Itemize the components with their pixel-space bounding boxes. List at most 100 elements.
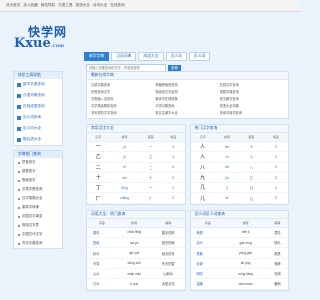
recommend-link[interactable]: 笔画查汉字结构 (155, 89, 219, 95)
word-cell[interactable]: 安静 (190, 258, 225, 269)
table-row[interactable]: 一 yī 一 1 (87, 141, 185, 153)
recommend-link[interactable]: 五笔输入法查询 (91, 96, 155, 102)
sidebar-tool-item[interactable]: 汉语词典查询 (14, 90, 62, 101)
word-cell[interactable]: 夏雨 (87, 237, 117, 249)
recommend-link[interactable]: 在线汉字查询 (220, 82, 284, 88)
recommend-link[interactable]: 汉字笔画顺序查询 (91, 103, 155, 109)
table-cell: ér (214, 192, 240, 204)
table-row[interactable]: 丁 dīng 一 2 (87, 182, 185, 194)
table-row[interactable]: 美丽 měi lì 漂亮 (190, 227, 288, 239)
table-row[interactable]: 秋月 qiū yuè 秋天的月 (87, 247, 185, 259)
top-link[interactable]: 诗词大全 (93, 3, 107, 8)
table-row[interactable]: 人 rén 人 2 (190, 141, 288, 153)
table-row[interactable]: 厂 chǎng 厂 2 (87, 192, 185, 204)
sidebar-tool-item[interactable]: 在线成语查询 (14, 101, 62, 112)
sidebar-hot-item[interactable]: 部首查字 (14, 167, 62, 176)
table-row[interactable]: 入 rù 入 2 (190, 151, 288, 163)
table-cell: chǎng (109, 192, 140, 204)
char-cell[interactable]: 八 (190, 162, 215, 173)
table-row[interactable]: 安静 ān jìng 寂静 (190, 258, 288, 269)
table-row[interactable]: 八 bā 八 2 (190, 162, 288, 173)
table-row[interactable]: 夏雨 xià yǔ 夏天的雨 (87, 237, 185, 249)
word-cell[interactable]: 美丽 (190, 227, 225, 239)
recommend-link[interactable]: 说文解字查询 (220, 96, 284, 102)
word-cell[interactable]: 山水 (87, 268, 117, 280)
sidebar-tool-item[interactable]: 反义词大全 (14, 123, 62, 134)
table-row[interactable]: 温暖 wēn nuǎn 暖和 (190, 278, 288, 290)
table-cell: yǒng gǎn (224, 247, 267, 259)
char-cell[interactable]: 入 (190, 151, 215, 163)
right-word-panel: 近义词反义词查询 词语 拼音 解释 美丽 měi lì 漂亮 高兴 gāo xìng 快乐 勇敢 y… (189, 209, 289, 291)
word-cell[interactable]: 日月 (87, 278, 117, 290)
table-row[interactable]: 山水 shān shuǐ 山和水 (87, 268, 185, 280)
char-cell[interactable]: 几 (190, 182, 215, 194)
recommend-link[interactable]: 书写规范汉字查询 (91, 110, 155, 116)
word-cell[interactable]: 明亮 (190, 268, 225, 280)
sidebar-tool-item[interactable]: 新华字典查询 (14, 79, 62, 90)
sidebar-hot-item[interactable]: 汉字笔顺大全 (14, 194, 62, 203)
table-row[interactable]: 高兴 gāo xìng 快乐 (190, 237, 288, 249)
char-cell[interactable]: 九 (190, 172, 215, 184)
site-logo[interactable]: 快学网 Kxue.com (14, 24, 72, 51)
top-link[interactable]: 汉语工具 (58, 3, 72, 8)
sidebar-hot-item[interactable]: 拼音查字 (14, 158, 62, 167)
sidebar-hot-label: 中国汉字演变 (22, 214, 43, 218)
top-link[interactable]: 成语大全 (76, 3, 90, 8)
char-cell[interactable]: 十 (87, 172, 110, 184)
sidebar-hot-item[interactable]: 中国古代汉字 (14, 230, 62, 239)
table-cell: 1 (162, 151, 185, 163)
recommend-link[interactable]: 繁体字在线转换 (155, 96, 219, 102)
nav-tab[interactable]: 汉语词典 (111, 52, 137, 61)
char-cell[interactable]: 乙 (87, 151, 110, 163)
word-cell[interactable]: 勇敢 (190, 247, 225, 259)
table-row[interactable]: 二 èr 二 2 (87, 162, 185, 173)
word-cell[interactable]: 冬雪 (87, 258, 117, 269)
char-cell[interactable]: 人 (190, 141, 215, 153)
top-link[interactable]: 设为首页 (6, 3, 20, 8)
recommend-link[interactable]: 常见生僻字大全 (155, 110, 219, 116)
sidebar-hot-item[interactable]: 五笔字根查询 (14, 185, 62, 194)
word-cell[interactable]: 温暖 (190, 278, 225, 290)
word-cell[interactable]: 秋月 (87, 247, 117, 259)
recommend-link[interactable]: 字词对照查询 (155, 103, 219, 109)
nav-tab[interactable]: 成语大全 (138, 52, 164, 61)
table-cell: 几 (239, 182, 264, 194)
top-link[interactable]: 加入收藏 (23, 3, 37, 8)
recommend-link[interactable]: 康熙字典查询 (220, 89, 284, 95)
table-row[interactable]: 日月 rì yuè 太阳月亮 (87, 278, 185, 290)
nav-tab[interactable]: 近义词 (165, 52, 187, 61)
table-row[interactable]: 十 shí 十 2 (87, 172, 185, 184)
char-cell[interactable]: 二 (87, 162, 110, 173)
sidebar-tools-title: 快学工具导航 (14, 72, 62, 79)
sidebar-hot-item[interactable]: 繁体字转换 (14, 203, 62, 212)
recommend-link[interactable]: 拼音查询汉字 (91, 89, 155, 95)
sidebar-tool-item[interactable]: 近义词查询 (14, 112, 62, 123)
word-cell[interactable]: 高兴 (190, 237, 225, 249)
char-cell[interactable]: 一 (87, 141, 110, 153)
sidebar-hot-item[interactable]: 书法字典查询 (14, 239, 62, 248)
table-row[interactable]: 明亮 míng liàng 光明 (190, 268, 288, 280)
char-cell[interactable]: 儿 (190, 192, 215, 204)
table-row[interactable]: 乙 yǐ 乙 1 (87, 151, 185, 163)
top-link[interactable]: 在线查询 (110, 3, 124, 8)
nav-tab[interactable]: 反义词 (188, 52, 211, 61)
sidebar-hot-item[interactable]: 中国汉字演变 (14, 212, 62, 221)
table-row[interactable]: 春风 chūn fēng 春天的风 (87, 227, 185, 239)
recommend-link[interactable]: 多音字组词查询 (220, 110, 284, 116)
table-row[interactable]: 九 jiǔ 乙 2 (190, 172, 288, 184)
top-link[interactable]: 网站导航 (41, 3, 55, 8)
recommend-link[interactable]: 成语大全词典 (220, 103, 284, 109)
nav-tab[interactable]: 新华字典 (84, 52, 110, 61)
word-cell[interactable]: 春风 (87, 227, 117, 239)
table-row[interactable]: 冬雪 dōng xuě 冬天的雪 (87, 258, 185, 269)
recommend-link[interactable]: 带偏旁部首查询 (155, 82, 219, 88)
table-row[interactable]: 几 jǐ 几 2 (190, 182, 288, 194)
table-row[interactable]: 儿 ér 儿 2 (190, 192, 288, 204)
table-row[interactable]: 勇敢 yǒng gǎn 英勇 (190, 247, 288, 259)
sidebar-hot-item[interactable]: 笔画查字 (14, 176, 62, 185)
sidebar-tool-item[interactable]: 歇后语大全 (14, 134, 62, 145)
char-cell[interactable]: 厂 (87, 192, 110, 204)
recommend-link[interactable]: 汉语字典查询 (91, 82, 155, 88)
char-cell[interactable]: 丁 (87, 182, 110, 194)
sidebar-hot-item[interactable]: 常用汉字表 (14, 221, 62, 230)
